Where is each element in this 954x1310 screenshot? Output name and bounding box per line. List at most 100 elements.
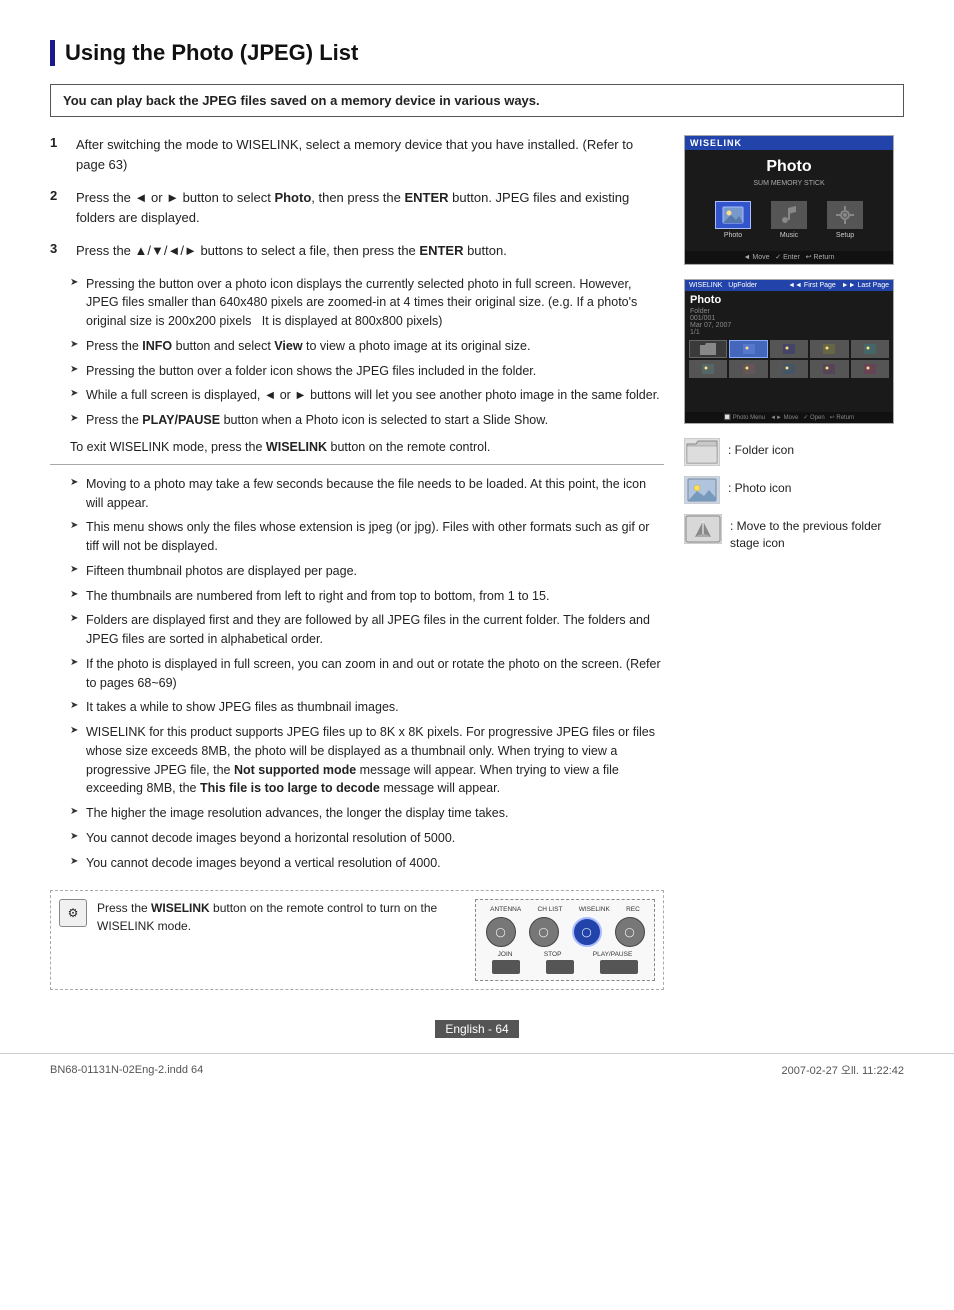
note-7: It takes a while to show JPEG files as t… (70, 698, 664, 717)
footer-right: 2007-02-27 오ll. 11:22:42 (782, 1062, 904, 1078)
wiselink-music-label: Music (780, 232, 798, 239)
nav-icon (684, 514, 722, 544)
wiselink-icons: Photo Music (685, 193, 893, 247)
remote-illustration: ANTENNA CH LIST WISELINK REC ◯ ◯ ◯ ◯ JOI… (475, 899, 655, 981)
wiselink-subtitle: SUM MEMORY STICK (685, 180, 893, 187)
remote-label-chlist: CH LIST (538, 906, 563, 913)
photo-cell-3 (810, 340, 848, 358)
step-2: 2 Press the ◄ or ► button to select Phot… (50, 188, 664, 227)
step-2-number: 2 (50, 188, 66, 227)
remote-note-section: ⚙ Press the WISELINK button on the remot… (50, 890, 664, 990)
wiselink-nav-1: ◄ Move ✓ Enter ↩ Return (685, 251, 893, 263)
remote-note-icon: ⚙ (59, 899, 87, 927)
intro-text: You can play back the JPEG files saved o… (63, 93, 540, 108)
legend-nav: : Move to the previous folder stage icon (684, 514, 904, 552)
remote-label-antenna: ANTENNA (490, 906, 521, 913)
bullet-list: Pressing the button over a photo icon di… (70, 275, 664, 430)
right-column: WISELINK Photo SUM MEMORY STICK (684, 135, 904, 990)
page-title: Using the Photo (JPEG) List (65, 40, 904, 66)
photo-cell-5 (689, 360, 727, 378)
wiselink-setup-label: Setup (836, 232, 854, 239)
note-9: The higher the image resolution advances… (70, 804, 664, 823)
photo-cell-folder (689, 340, 727, 358)
step-1-number: 1 (50, 135, 66, 174)
remote-note-text: Press the WISELINK button on the remote … (97, 899, 465, 935)
wiselink-music-icon: Music (771, 201, 807, 239)
footer-left: BN68-01131N-02Eng-2.indd 64 (50, 1064, 203, 1076)
bottom-footer: BN68-01131N-02Eng-2.indd 64 2007-02-27 오… (0, 1053, 954, 1078)
photo-cell-7 (770, 360, 808, 378)
exit-text: To exit WISELINK mode, press the WISELIN… (70, 440, 664, 454)
photo-cell-6 (729, 360, 767, 378)
photo-screen-bar-right: ◄◄ First Page ►► Last Page (788, 282, 889, 289)
remote-btn-rec[interactable]: ◯ (615, 917, 645, 947)
wiselink-setup-box (827, 201, 863, 229)
remote-btn-antenna[interactable]: ◯ (486, 917, 516, 947)
legend-photo-label: : Photo icon (728, 476, 791, 497)
legend-folder-label: : Folder icon (728, 438, 794, 459)
step-1: 1 After switching the mode to WISELINK, … (50, 135, 664, 174)
remote-btn-chlist[interactable]: ◯ (529, 917, 559, 947)
step-3-number: 3 (50, 241, 66, 261)
remote-btn-stop[interactable] (546, 960, 574, 974)
legend-photo: : Photo icon (684, 476, 904, 504)
bullet-1: Pressing the button over a photo icon di… (70, 275, 664, 331)
note-3: Fifteen thumbnail photos are displayed p… (70, 562, 664, 581)
note-2: This menu shows only the files whose ext… (70, 518, 664, 556)
photo-screen-bar-left: WISELINK UpFolder (689, 282, 757, 289)
notes-list: Moving to a photo may take a few seconds… (70, 475, 664, 873)
note-8: WISELINK for this product supports JPEG … (70, 723, 664, 798)
bullet-4: While a full screen is displayed, ◄ or ►… (70, 386, 664, 405)
main-content: 1 After switching the mode to WISELINK, … (50, 135, 904, 990)
left-column: 1 After switching the mode to WISELINK, … (50, 135, 664, 990)
screen-1-inner: WISELINK Photo SUM MEMORY STICK (685, 136, 893, 264)
note-11: You cannot decode images beyond a vertic… (70, 854, 664, 873)
note-4: The thumbnails are numbered from left to… (70, 587, 664, 606)
remote-btn-playpause[interactable] (600, 960, 638, 974)
legend-folder: : Folder icon (684, 438, 904, 466)
photo-screen: WISELINK UpFolder ◄◄ First Page ►► Last … (685, 280, 893, 423)
remote-buttons-row: ◯ ◯ ◯ ◯ (482, 917, 648, 947)
screen-2-photo-grid: WISELINK UpFolder ◄◄ First Page ►► Last … (684, 279, 894, 424)
page-footer: English - 64 (50, 1000, 904, 1038)
wiselink-photo-box (715, 201, 751, 229)
bullet-3: Pressing the button over a folder icon s… (70, 362, 664, 381)
photo-icon (684, 476, 720, 504)
photo-nav: 🔲 Photo Menu ◄► Move ✓ Open ↩ Return (685, 412, 893, 423)
wiselink-bar-1: WISELINK (685, 136, 893, 150)
photo-screen-info: Folder001/001Mar 07, 20071/1 (685, 308, 893, 338)
wiselink-photo-label: Photo (724, 232, 742, 239)
remote-btn-wiselink[interactable]: ◯ (572, 917, 602, 947)
remote-label-rec: REC (626, 906, 640, 913)
remote-label-playpause: PLAY/PAUSE (593, 951, 633, 958)
wiselink-setup-icon: Setup (827, 201, 863, 239)
wiselink-photo-icon: Photo (715, 201, 751, 239)
note-5: Folders are displayed first and they are… (70, 611, 664, 649)
photo-screen-title: Photo (685, 291, 893, 308)
step-2-text: Press the ◄ or ► button to select Photo,… (76, 188, 664, 227)
screen-1-wiselink: WISELINK Photo SUM MEMORY STICK (684, 135, 894, 265)
divider-1 (50, 464, 664, 465)
photo-grid (685, 338, 893, 380)
note-10: You cannot decode images beyond a horizo… (70, 829, 664, 848)
remote-btn-join[interactable] (492, 960, 520, 974)
legend-section: : Folder icon : Photo icon (684, 438, 904, 552)
remote-label-row: ANTENNA CH LIST WISELINK REC (482, 906, 648, 913)
photo-cell-9 (851, 360, 889, 378)
remote-label-join: JOIN (498, 951, 513, 958)
folder-icon (684, 438, 720, 466)
photo-cell-8 (810, 360, 848, 378)
photo-cell-4 (851, 340, 889, 358)
bullet-2: Press the INFO button and select View to… (70, 337, 664, 356)
note-6: If the photo is displayed in full screen… (70, 655, 664, 693)
remote-label-stop: STOP (544, 951, 562, 958)
intro-box: You can play back the JPEG files saved o… (50, 84, 904, 117)
photo-cell-2 (770, 340, 808, 358)
title-section: Using the Photo (JPEG) List (50, 40, 904, 66)
photo-cell-1 (729, 340, 767, 358)
legend-nav-label: : Move to the previous folder stage icon (730, 514, 904, 552)
step-1-text: After switching the mode to WISELINK, se… (76, 135, 664, 174)
remote-label-wiselink: WISELINK (579, 906, 610, 913)
wiselink-title: Photo (685, 150, 893, 180)
remote-bottom-labels: JOIN STOP PLAY/PAUSE (482, 951, 648, 958)
